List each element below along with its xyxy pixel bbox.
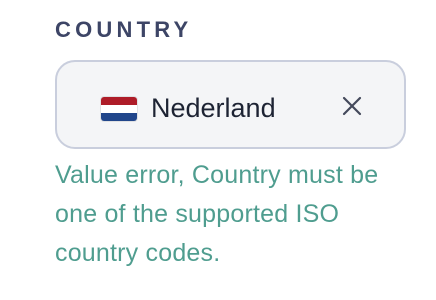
country-select[interactable]: Nederland xyxy=(55,60,406,149)
country-field-label: COUNTRY xyxy=(55,17,193,42)
validation-error-message: Value error, Country must be one of the … xyxy=(55,161,379,267)
clear-selection-button[interactable] xyxy=(339,93,365,119)
selected-country-value: Nederland xyxy=(151,93,276,123)
close-icon xyxy=(342,96,362,116)
netherlands-flag-icon xyxy=(101,97,137,121)
